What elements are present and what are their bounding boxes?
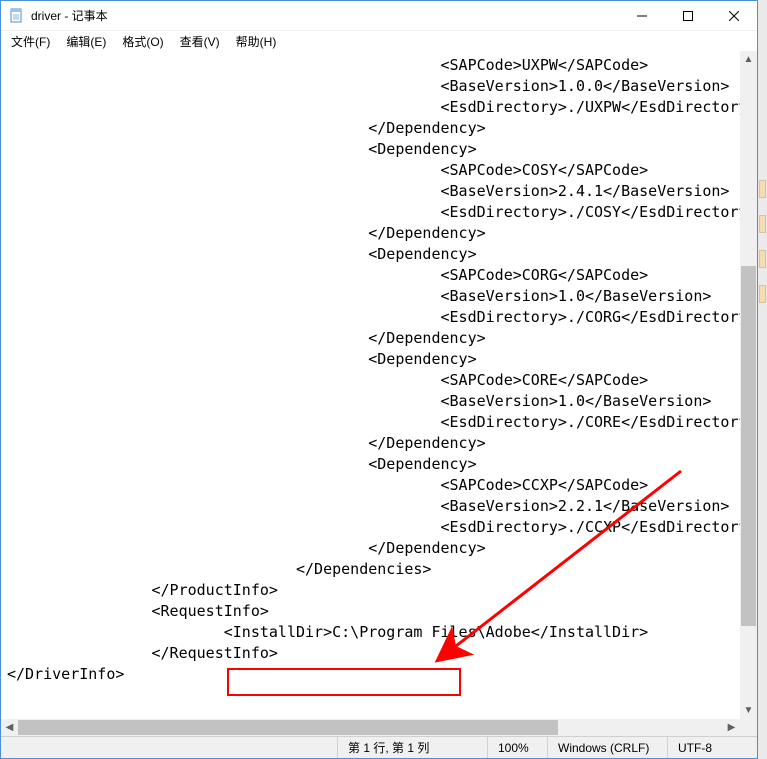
bg-chip bbox=[759, 250, 766, 268]
status-line-ending: Windows (CRLF) bbox=[547, 737, 667, 758]
scroll-corner bbox=[740, 719, 757, 736]
minimize-icon bbox=[637, 11, 647, 21]
close-button[interactable] bbox=[711, 1, 757, 31]
scroll-left-button[interactable]: ◀ bbox=[1, 719, 18, 736]
scroll-down-button[interactable]: ▼ bbox=[740, 702, 757, 719]
background-strip bbox=[758, 0, 767, 759]
scroll-up-button[interactable]: ▲ bbox=[740, 51, 757, 68]
titlebar[interactable]: driver - 记事本 bbox=[1, 1, 757, 31]
minimize-button[interactable] bbox=[619, 1, 665, 31]
close-icon bbox=[729, 11, 739, 21]
maximize-button[interactable] bbox=[665, 1, 711, 31]
menu-help[interactable]: 帮助(H) bbox=[228, 32, 285, 51]
menu-format[interactable]: 格式(O) bbox=[114, 32, 171, 51]
menu-edit[interactable]: 编辑(E) bbox=[58, 32, 114, 51]
bg-chip bbox=[759, 285, 766, 303]
menubar: 文件(F) 编辑(E) 格式(O) 查看(V) 帮助(H) bbox=[1, 31, 757, 51]
menu-file[interactable]: 文件(F) bbox=[3, 32, 58, 51]
statusbar: 第 1 行, 第 1 列 100% Windows (CRLF) UTF-8 bbox=[1, 736, 757, 758]
content-area: <SAPCode>UXPW</SAPCode> <BaseVersion>1.0… bbox=[1, 51, 757, 736]
notepad-window: driver - 记事本 文件(F) 编辑(E) 格式(O) 查看(V) 帮助(… bbox=[0, 0, 758, 759]
bg-chip bbox=[759, 180, 766, 198]
vertical-scrollbar-thumb[interactable] bbox=[741, 266, 756, 626]
horizontal-scrollbar-thumb[interactable] bbox=[18, 720, 558, 735]
text-editor[interactable]: <SAPCode>UXPW</SAPCode> <BaseVersion>1.0… bbox=[1, 51, 740, 719]
vertical-scrollbar[interactable]: ▲ ▼ bbox=[740, 51, 757, 719]
horizontal-scrollbar[interactable]: ◀ ▶ bbox=[1, 719, 740, 736]
menu-view[interactable]: 查看(V) bbox=[172, 32, 228, 51]
status-zoom: 100% bbox=[487, 737, 547, 758]
bg-chip bbox=[759, 215, 766, 233]
window-controls bbox=[619, 1, 757, 31]
notepad-icon bbox=[9, 8, 25, 24]
status-cursor-pos: 第 1 行, 第 1 列 bbox=[337, 737, 487, 758]
maximize-icon bbox=[683, 11, 693, 21]
status-encoding: UTF-8 bbox=[667, 737, 757, 758]
scroll-right-button[interactable]: ▶ bbox=[723, 719, 740, 736]
window-title: driver - 记事本 bbox=[31, 7, 108, 24]
